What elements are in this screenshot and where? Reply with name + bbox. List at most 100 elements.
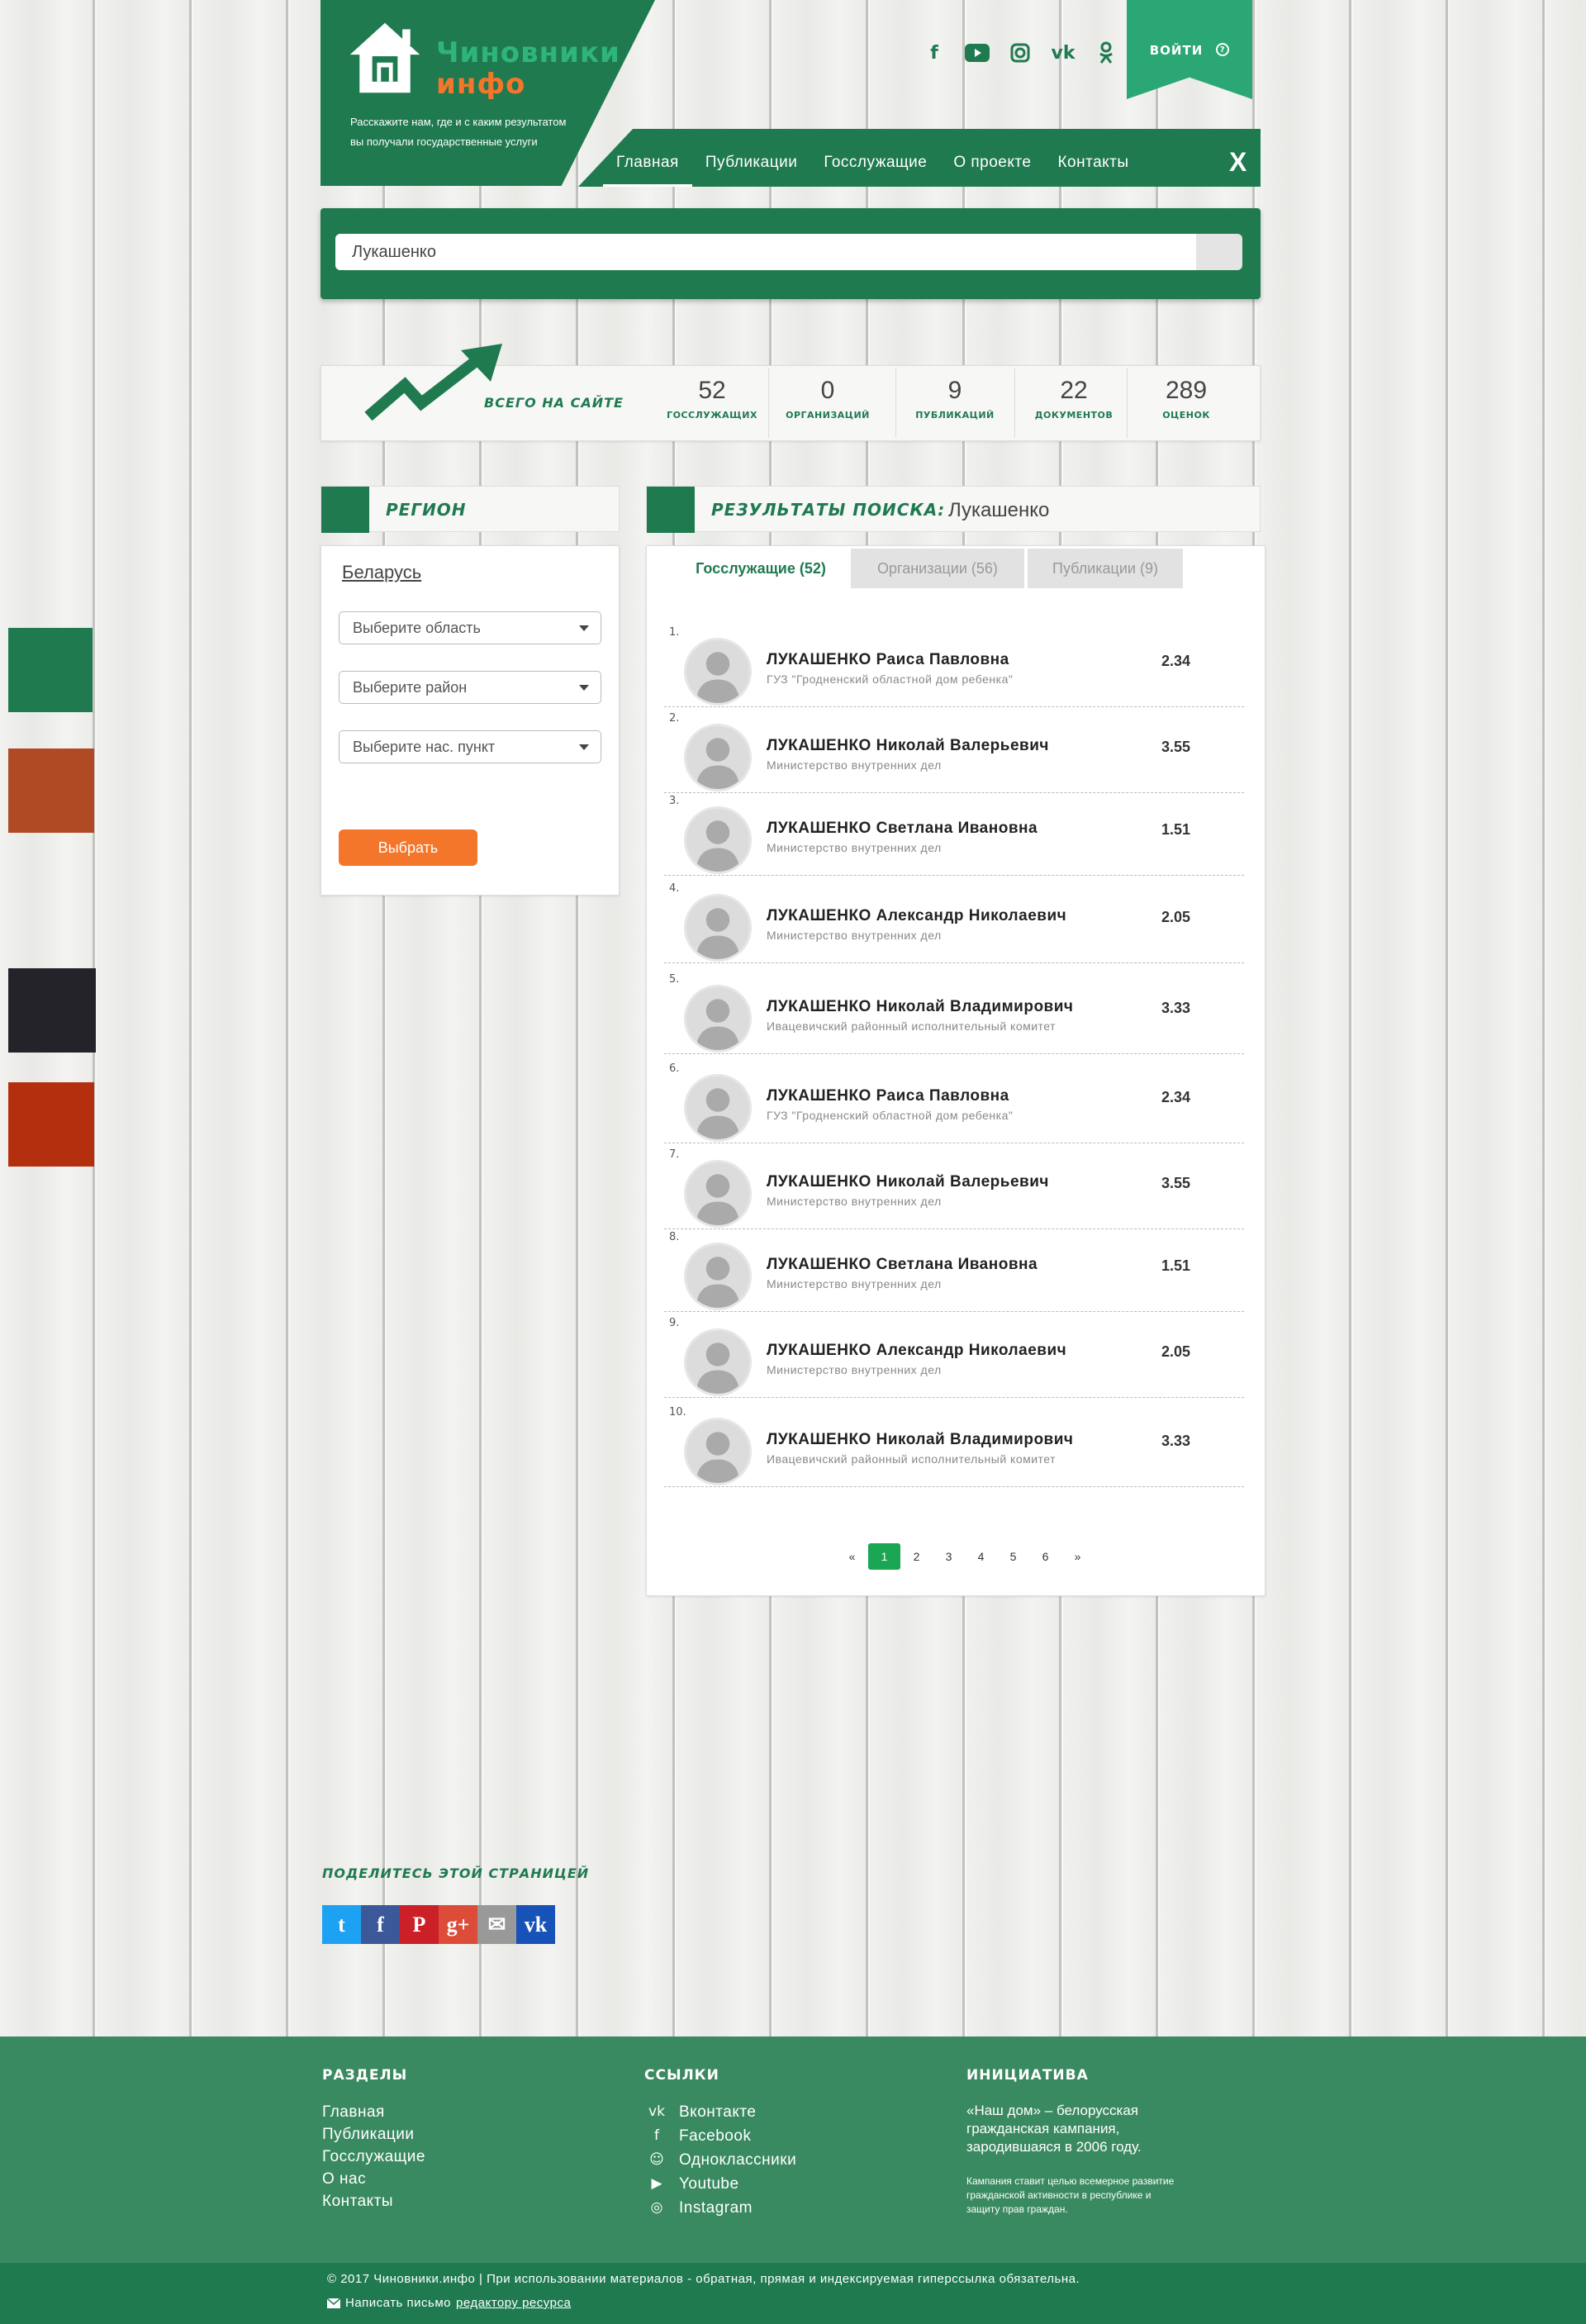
person-name[interactable]: ЛУКАШЕНКО Светлана Ивановна [767, 1256, 1038, 1274]
list-item[interactable]: 6. ЛУКАШЕНКО Раиса Павловна ГУЗ "Гродненск… [664, 1057, 1244, 1143]
instagram-icon[interactable] [1008, 40, 1033, 65]
vk-icon[interactable]: vk [516, 1905, 555, 1944]
pagination: «1 2 3 4 5 6» [836, 1543, 1094, 1570]
page-link[interactable]: 6 [1029, 1543, 1061, 1570]
person-name[interactable]: ЛУКАШЕНКО Александр Николаевич [767, 1342, 1066, 1360]
pinterest-icon[interactable]: P [400, 1905, 439, 1944]
district-select[interactable]: Выберите район [339, 671, 601, 704]
person-name[interactable]: ЛУКАШЕНКО Раиса Павловна [767, 1087, 1009, 1105]
page-link[interactable]: 5 [997, 1543, 1029, 1570]
nav-item[interactable]: Госслужащие [810, 154, 940, 187]
avatar[interactable] [684, 638, 752, 706]
region-select-value: Выберите область [353, 619, 481, 636]
page-link[interactable]: » [1061, 1543, 1094, 1570]
facebook-icon[interactable]: f [922, 40, 947, 65]
item-index: 4. [669, 882, 680, 895]
mail-row: Написать письмо редактору ресурса [327, 2296, 571, 2310]
locality-select[interactable]: Выберите нас. пункт [339, 730, 601, 763]
list-item[interactable]: 9. ЛУКАШЕНКО Александр Николаевич Министер… [664, 1312, 1244, 1398]
page-link[interactable]: 2 [900, 1543, 933, 1570]
color-swatch [8, 968, 96, 1053]
choose-button[interactable]: Выбрать [339, 829, 477, 866]
stat-item: 52 госслужащих [654, 377, 770, 421]
stat-value: 289 [1165, 377, 1208, 404]
avatar[interactable] [684, 1243, 752, 1310]
results-tab[interactable]: Госслужащие (52) [671, 549, 851, 588]
list-item[interactable]: 3. ЛУКАШЕНКО Светлана Ивановна Министерств… [664, 790, 1244, 876]
list-item[interactable]: 4. ЛУКАШЕНКО Александр Николаевич Министер… [664, 877, 1244, 963]
list-item[interactable]: 5. ЛУКАШЕНКО Николай Владимирович Ивацевич… [664, 968, 1244, 1054]
person-name[interactable]: ЛУКАШЕНКО Николай Валерьевич [767, 737, 1049, 755]
nav-item[interactable]: Публикации [692, 154, 811, 187]
footer-external-link[interactable]: Instagram [679, 2199, 753, 2217]
list-item[interactable]: 1. ЛУКАШЕНКО Раиса Павловна ГУЗ "Гродненск… [664, 621, 1244, 707]
footer-section-link[interactable]: Госслужащие [322, 2148, 425, 2166]
person-name[interactable]: ЛУКАШЕНКО Раиса Павловна [767, 651, 1009, 669]
person-name[interactable]: ЛУКАШЕНКО Светлана Ивановна [767, 820, 1038, 838]
page-link[interactable]: 4 [965, 1543, 997, 1570]
nav-item[interactable]: О проекте [940, 154, 1044, 187]
mail-editor-link[interactable]: редактору ресурса [456, 2296, 571, 2310]
person-score: 2.05 [1161, 909, 1191, 925]
user-icon [686, 640, 749, 703]
twitter-icon[interactable]: t [322, 1905, 361, 1944]
person-score: 3.33 [1161, 1000, 1191, 1016]
chevron-down-icon [579, 685, 589, 691]
results-tab[interactable]: Публикации (9) [1028, 549, 1183, 588]
footer-section-link[interactable]: Публикации [322, 2126, 415, 2144]
list-item[interactable]: 2. ЛУКАШЕНКО Николай Валерьевич Министерст… [664, 707, 1244, 793]
region-select[interactable]: Выберите область [339, 611, 601, 644]
results-tab[interactable]: Организации (56) [851, 549, 1024, 588]
list-item[interactable]: 7. ЛУКАШЕНКО Николай Валерьевич Министерст… [664, 1143, 1244, 1229]
vk-icon[interactable]: vk [1051, 40, 1076, 65]
avatar[interactable] [684, 1160, 752, 1228]
footer-external-link[interactable]: Вконтакте [679, 2103, 756, 2122]
avatar[interactable] [684, 894, 752, 962]
user-icon [686, 1420, 749, 1483]
person-name[interactable]: ЛУКАШЕНКО Николай Владимирович [767, 1431, 1073, 1449]
initiative-description: Кампания ставит целью всемерное развитие… [966, 2175, 1175, 2215]
footer-section-link[interactable]: О нас [322, 2170, 366, 2189]
page-link[interactable]: 3 [933, 1543, 965, 1570]
avatar[interactable] [684, 724, 752, 791]
person-score: 1.51 [1161, 821, 1191, 838]
item-index: 5. [669, 973, 680, 986]
footer-external-link[interactable]: Facebook [679, 2127, 751, 2146]
nav-item[interactable]: Главная [603, 154, 692, 187]
odnoklassniki-icon[interactable] [1094, 40, 1118, 65]
close-button[interactable]: X [1229, 147, 1246, 178]
google-plus-icon[interactable]: g+ [439, 1905, 477, 1944]
person-name[interactable]: ЛУКАШЕНКО Николай Валерьевич [767, 1173, 1049, 1191]
house-logo-icon[interactable] [345, 18, 425, 97]
search-button[interactable] [1196, 234, 1242, 270]
login-button[interactable]: войти ? [1127, 0, 1252, 99]
youtube-icon[interactable] [965, 40, 990, 65]
nav-item[interactable]: Контакты [1044, 154, 1142, 187]
region-country-link[interactable]: Беларусь [342, 562, 421, 583]
item-index: 6. [669, 1062, 680, 1075]
person-name[interactable]: ЛУКАШЕНКО Николай Владимирович [767, 998, 1073, 1016]
logo-subtitle[interactable]: инфо [436, 68, 525, 101]
avatar[interactable] [684, 806, 752, 874]
results-query: Лукашенко [948, 499, 1050, 521]
district-select-value: Выберите район [353, 678, 468, 696]
avatar[interactable] [684, 1328, 752, 1396]
avatar[interactable] [684, 1074, 752, 1142]
footer-external-link[interactable]: Одноклассники [679, 2151, 796, 2170]
footer-section-link[interactable]: Главная [322, 2103, 385, 2122]
user-icon [686, 1331, 749, 1394]
help-icon[interactable]: ? [1216, 43, 1230, 56]
avatar[interactable] [684, 985, 752, 1053]
person-name[interactable]: ЛУКАШЕНКО Александр Николаевич [767, 907, 1066, 925]
list-item[interactable]: 10. ЛУКАШЕНКО Николай Владимирович Ивацеви… [664, 1401, 1244, 1487]
email-icon[interactable]: ✉ [477, 1905, 516, 1944]
footer-external-link[interactable]: Youtube [679, 2175, 739, 2193]
footer-section-link[interactable]: Контакты [322, 2193, 393, 2211]
page-link[interactable]: « [836, 1543, 868, 1570]
list-item[interactable]: 8. ЛУКАШЕНКО Светлана Ивановна Министерств… [664, 1226, 1244, 1312]
avatar[interactable] [684, 1418, 752, 1485]
search-input[interactable]: Лукашенко [335, 234, 1196, 270]
page-link[interactable]: 1 [868, 1543, 900, 1570]
logo-title[interactable]: Чиновники [436, 36, 620, 69]
facebook-icon[interactable]: f [361, 1905, 400, 1944]
